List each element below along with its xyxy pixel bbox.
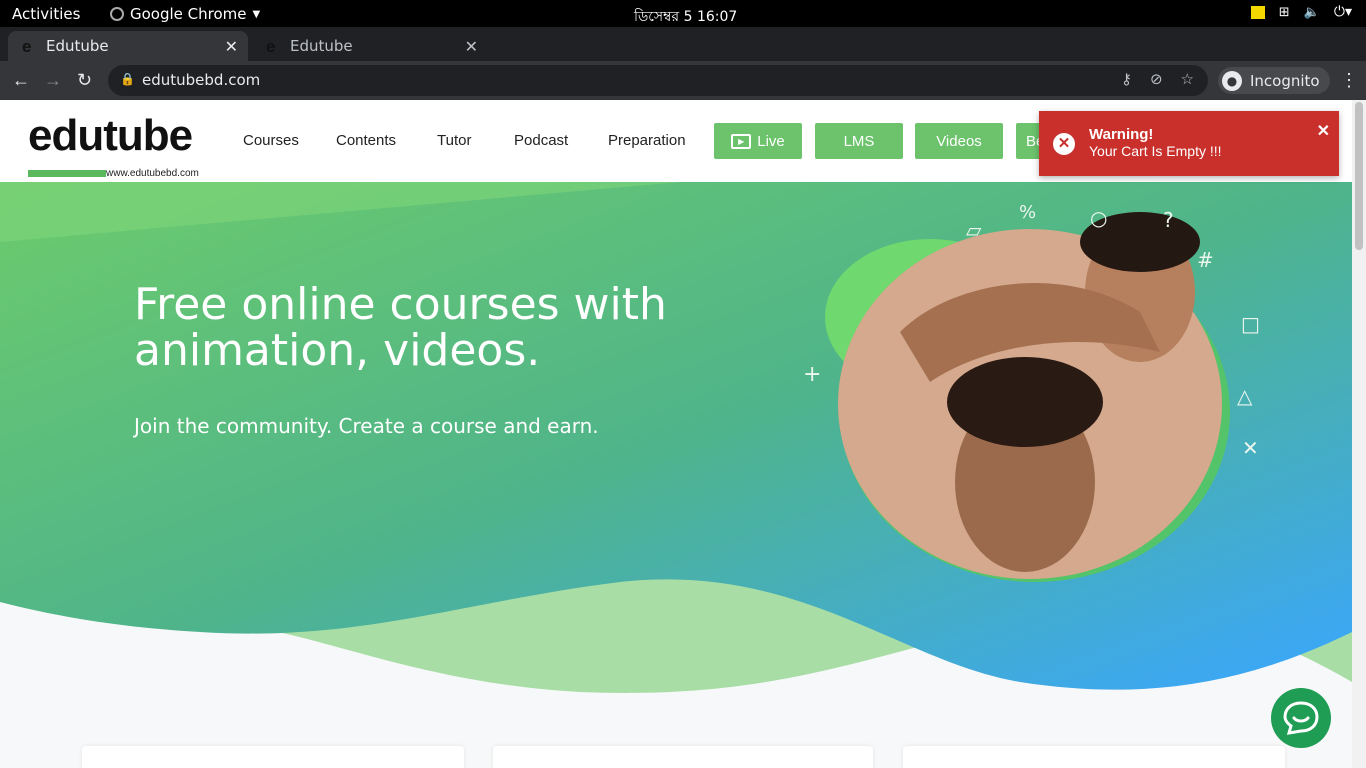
- eye-off-icon[interactable]: ⊘: [1150, 70, 1163, 88]
- logo-text: edutube: [28, 111, 193, 160]
- hash-shape: #: [1197, 248, 1214, 272]
- network-icon[interactable]: ⊞: [1279, 5, 1290, 20]
- chrome-icon: [110, 7, 124, 21]
- edutube-favicon: e: [266, 37, 276, 56]
- toast-title: Warning!: [1089, 126, 1154, 143]
- kebab-menu-icon[interactable]: ⋮: [1340, 70, 1358, 91]
- tab-strip: e Edutube ✕ e Edutube ✕ + ⌄ — ❐ ✕: [0, 27, 1366, 82]
- incognito-label: Incognito: [1250, 71, 1320, 90]
- toast-message: Your Cart Is Empty !!!: [1089, 143, 1222, 159]
- percent-shape: %: [1019, 202, 1037, 223]
- error-icon: ✕: [1053, 133, 1075, 155]
- live-label: Live: [757, 132, 785, 150]
- question-shape: ?: [1163, 208, 1174, 232]
- app-name: Google Chrome: [130, 5, 247, 23]
- hero-section: ▱ % ○ ? # □ △ ✕ + Free online courses wi…: [0, 182, 1352, 722]
- url-text[interactable]: edutubebd.com: [142, 71, 260, 89]
- incognito-badge[interactable]: ● Incognito: [1218, 67, 1330, 94]
- lock-icon[interactable]: 🔒: [120, 72, 135, 86]
- browser-toolbar: ← → ↻ 🔒 edutubebd.com ⚷ ⊘ ☆ ● Incognito …: [0, 61, 1366, 100]
- nav-preparation[interactable]: Preparation: [608, 132, 686, 149]
- forward-icon[interactable]: →: [44, 70, 62, 91]
- tab-edutube-active[interactable]: e Edutube ✕: [8, 31, 248, 61]
- hero-title: Free online courses with animation, vide…: [134, 279, 667, 376]
- tab-edutube-inactive[interactable]: e Edutube ✕: [252, 31, 486, 61]
- app-menu[interactable]: Google Chrome ▼: [110, 5, 260, 23]
- warning-toast: ✕ Warning! Your Cart Is Empty !!! ✕: [1039, 111, 1339, 176]
- plus-shape: +: [803, 362, 822, 387]
- clock[interactable]: ডিসেম্বর 5 16:07: [634, 5, 737, 29]
- lms-button[interactable]: LMS: [815, 123, 903, 159]
- tab-title: Edutube: [290, 37, 353, 55]
- edutube-logo[interactable]: edutube www.edutubebd.com: [28, 111, 210, 179]
- logo-url: www.edutubebd.com: [106, 168, 199, 179]
- chat-bubble-icon: [1283, 701, 1319, 735]
- logo-bar: [28, 170, 106, 177]
- parallelogram-shape: ▱: [966, 218, 982, 242]
- reload-icon[interactable]: ↻: [77, 70, 92, 91]
- hero-subtitle: Join the community. Create a course and …: [134, 414, 599, 438]
- triangle-shape: △: [1237, 384, 1253, 408]
- close-tab-icon[interactable]: ✕: [225, 37, 238, 56]
- circle-shape: ○: [1090, 206, 1108, 230]
- tab-title: Edutube: [46, 37, 109, 55]
- scrollbar-thumb[interactable]: [1355, 102, 1363, 250]
- page-scrollbar[interactable]: [1352, 100, 1366, 768]
- toast-close-icon[interactable]: ✕: [1317, 121, 1330, 141]
- nav-contents[interactable]: Contents: [336, 132, 396, 149]
- activities-button[interactable]: Activities: [12, 5, 80, 23]
- nav-podcast[interactable]: Podcast: [514, 132, 568, 149]
- address-bar[interactable]: 🔒 edutubebd.com ⚷ ⊘ ☆: [108, 65, 1208, 96]
- live-button[interactable]: ▶ Live: [714, 123, 802, 159]
- hero-background: [0, 182, 1352, 693]
- course-card[interactable]: [493, 746, 873, 768]
- course-card[interactable]: [903, 746, 1285, 768]
- incognito-icon: ●: [1222, 70, 1242, 91]
- dropdown-icon: ▼: [252, 8, 261, 20]
- tv-icon: ▶: [731, 133, 752, 149]
- edutube-favicon: e: [22, 37, 32, 56]
- nav-courses[interactable]: Courses: [243, 132, 299, 149]
- notes-icon[interactable]: [1250, 5, 1265, 19]
- videos-button[interactable]: Videos: [915, 123, 1003, 159]
- web-page: ▱ % ○ ? # □ △ ✕ + Free online courses wi…: [0, 100, 1352, 768]
- volume-icon[interactable]: 🔈: [1304, 5, 1320, 20]
- power-icon[interactable]: ⏻▾: [1334, 4, 1352, 20]
- system-top-bar: Activities Google Chrome ▼ ডিসেম্বর 5 16…: [0, 0, 1366, 27]
- nav-tutor[interactable]: Tutor: [437, 132, 471, 149]
- bookmark-star-icon[interactable]: ☆: [1181, 70, 1194, 88]
- key-icon[interactable]: ⚷: [1121, 70, 1132, 88]
- cross-shape: ✕: [1242, 436, 1259, 460]
- course-card[interactable]: [82, 746, 464, 768]
- system-tray[interactable]: ⊞ 🔈 ⏻▾: [1250, 4, 1352, 20]
- chat-widget-button[interactable]: [1271, 688, 1331, 748]
- close-tab-icon[interactable]: ✕: [465, 37, 478, 56]
- square-shape: □: [1241, 312, 1260, 336]
- back-icon[interactable]: ←: [12, 70, 30, 91]
